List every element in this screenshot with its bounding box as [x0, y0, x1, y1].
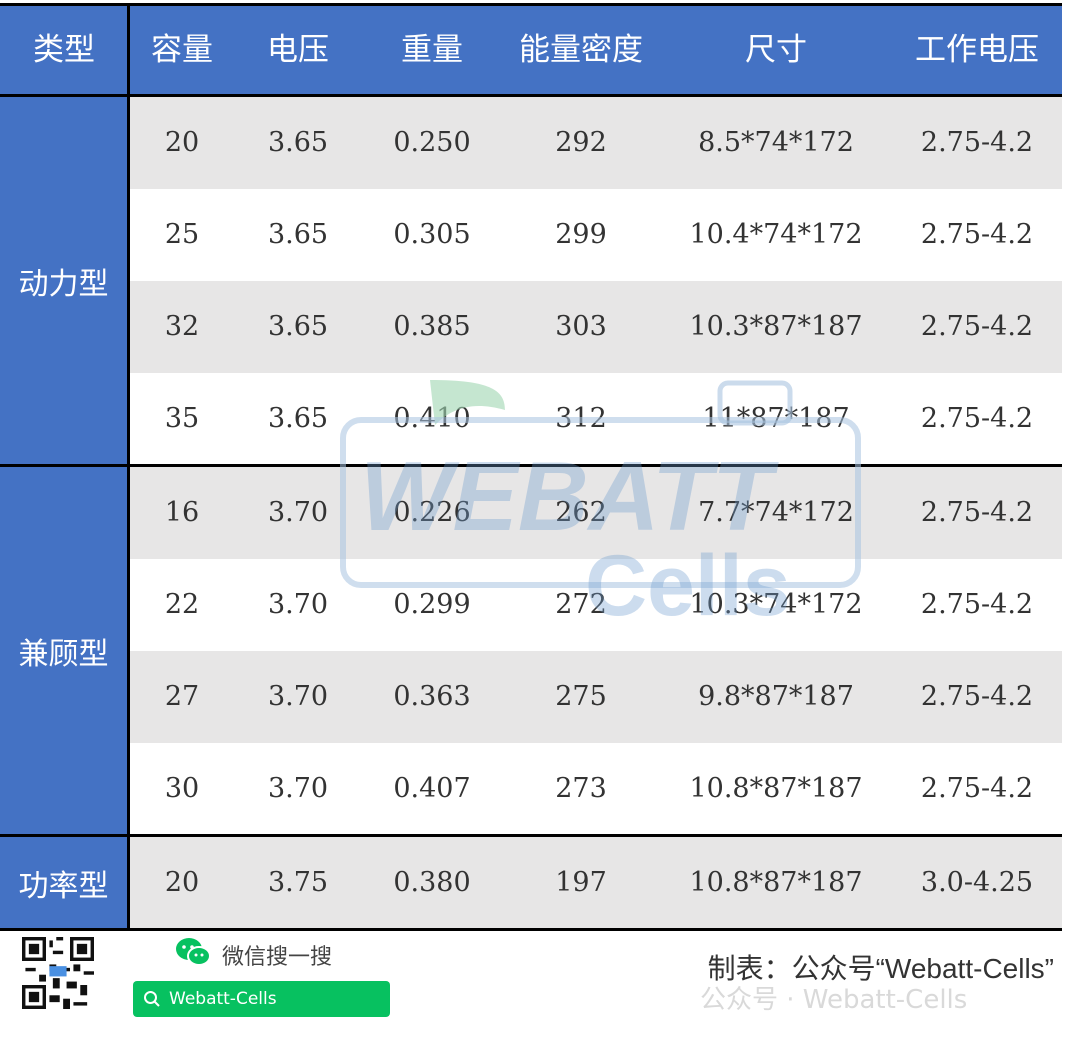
cell-energy-density: 262	[555, 497, 607, 528]
cell-weight: 0.385	[393, 311, 471, 342]
cell-capacity: 16	[164, 497, 200, 528]
table-row: 22 3.70 0.299 272 10.3*74*172 2.75-4.2	[130, 559, 1062, 651]
cell-capacity: 32	[164, 311, 200, 342]
wechat-search-box[interactable]: Webatt-Cells	[133, 981, 390, 1017]
cell-capacity: 35	[164, 403, 200, 434]
cell-voltage: 3.75	[267, 867, 329, 898]
cell-working-voltage: 2.75-4.2	[920, 773, 1034, 804]
cell-dimensions: 10.4*74*172	[689, 219, 863, 250]
cell-dimensions: 9.8*87*187	[698, 681, 854, 712]
search-box-text: Webatt-Cells	[169, 989, 277, 1009]
header-type: 类型	[33, 32, 95, 68]
table-row: 25 3.65 0.305 299 10.4*74*172 2.75-4.2	[130, 189, 1062, 281]
cell-dimensions: 10.3*74*172	[689, 589, 863, 620]
cell-working-voltage: 2.75-4.2	[920, 589, 1034, 620]
cell-energy-density: 312	[555, 403, 607, 434]
cell-weight: 0.363	[393, 681, 471, 712]
cell-voltage: 3.70	[267, 497, 329, 528]
type-label: 功率型	[0, 837, 130, 929]
cell-capacity: 27	[164, 681, 200, 712]
table-row: 35 3.65 0.410 312 11*87*187 2.75-4.2	[130, 373, 1062, 465]
cell-energy-density: 303	[555, 311, 607, 342]
cell-dimensions: 10.8*87*187	[689, 773, 863, 804]
cell-energy-density: 272	[555, 589, 607, 620]
cell-capacity: 20	[164, 867, 200, 898]
search-icon	[144, 991, 160, 1007]
table-row: 27 3.70 0.363 275 9.8*87*187 2.75-4.2	[130, 651, 1062, 743]
cell-voltage: 3.70	[267, 681, 329, 712]
cell-capacity: 22	[164, 589, 200, 620]
wechat-search-label: 微信搜一搜	[222, 945, 333, 970]
table-row: 32 3.65 0.385 303 10.3*87*187 2.75-4.2	[130, 281, 1062, 373]
cell-energy-density: 273	[555, 773, 607, 804]
cell-capacity: 20	[164, 127, 200, 158]
cell-working-voltage: 2.75-4.2	[920, 403, 1034, 434]
cell-capacity: 30	[164, 773, 200, 804]
cell-voltage: 3.65	[267, 127, 329, 158]
cell-weight: 0.410	[393, 403, 471, 434]
cell-dimensions: 10.8*87*187	[689, 867, 863, 898]
cell-working-voltage: 2.75-4.2	[920, 497, 1034, 528]
table-row: 20 3.75 0.380 197 10.8*87*187 3.0-4.25	[130, 837, 1062, 929]
type-label: 兼顾型	[0, 467, 130, 835]
cell-energy-density: 275	[555, 681, 607, 712]
cell-voltage: 3.65	[267, 403, 329, 434]
cell-dimensions: 10.3*87*187	[689, 311, 863, 342]
header-energy-density: 能量密度	[519, 32, 643, 68]
cell-voltage: 3.70	[267, 589, 329, 620]
header-weight: 重量	[401, 32, 463, 68]
cell-capacity: 25	[164, 219, 200, 250]
cell-working-voltage: 2.75-4.2	[920, 127, 1034, 158]
cell-dimensions: 7.7*74*172	[698, 497, 854, 528]
cell-dimensions: 11*87*187	[702, 403, 850, 434]
header-dimensions: 尺寸	[745, 32, 807, 68]
spec-table: 类型 容量 电压 重量 能量密度 尺寸 工作电压 20 3.65 0.250 292 8…	[0, 3, 1062, 931]
cell-working-voltage: 3.0-4.25	[920, 867, 1034, 898]
cell-working-voltage: 2.75-4.2	[920, 311, 1034, 342]
cell-energy-density: 197	[555, 867, 607, 898]
qr-code-icon[interactable]	[22, 937, 94, 1009]
cell-weight: 0.226	[393, 497, 471, 528]
cell-voltage: 3.70	[267, 773, 329, 804]
header-working-voltage: 工作电压	[915, 32, 1039, 68]
cell-working-voltage: 2.75-4.2	[920, 681, 1034, 712]
table-row: 30 3.70 0.407 273 10.8*87*187 2.75-4.2	[130, 743, 1062, 835]
table-row: 16 3.70 0.226 262 7.7*74*172 2.75-4.2	[130, 467, 1062, 559]
table-row: 20 3.65 0.250 292 8.5*74*172 2.75-4.2	[130, 97, 1062, 189]
footer: 微信搜一搜 Webatt-Cells 制表：公众号“Webatt-Cells” …	[0, 925, 1080, 1037]
cell-dimensions: 8.5*74*172	[698, 127, 854, 158]
type-label: 动力型	[0, 97, 130, 465]
cell-weight: 0.380	[393, 867, 471, 898]
cell-working-voltage: 2.75-4.2	[920, 219, 1034, 250]
wechat-icon	[176, 938, 211, 966]
cell-weight: 0.305	[393, 219, 471, 250]
account-watermark: 公众号 · Webatt-Cells	[700, 985, 968, 1015]
table-header: 类型 容量 电压 重量 能量密度 尺寸 工作电压	[0, 3, 1062, 100]
cell-weight: 0.299	[393, 589, 471, 620]
cell-energy-density: 299	[555, 219, 607, 250]
cell-weight: 0.250	[393, 127, 471, 158]
header-voltage: 电压	[267, 32, 329, 68]
header-capacity: 容量	[151, 32, 213, 68]
cell-weight: 0.407	[393, 773, 471, 804]
cell-voltage: 3.65	[267, 311, 329, 342]
cell-voltage: 3.65	[267, 219, 329, 250]
cell-energy-density: 292	[555, 127, 607, 158]
